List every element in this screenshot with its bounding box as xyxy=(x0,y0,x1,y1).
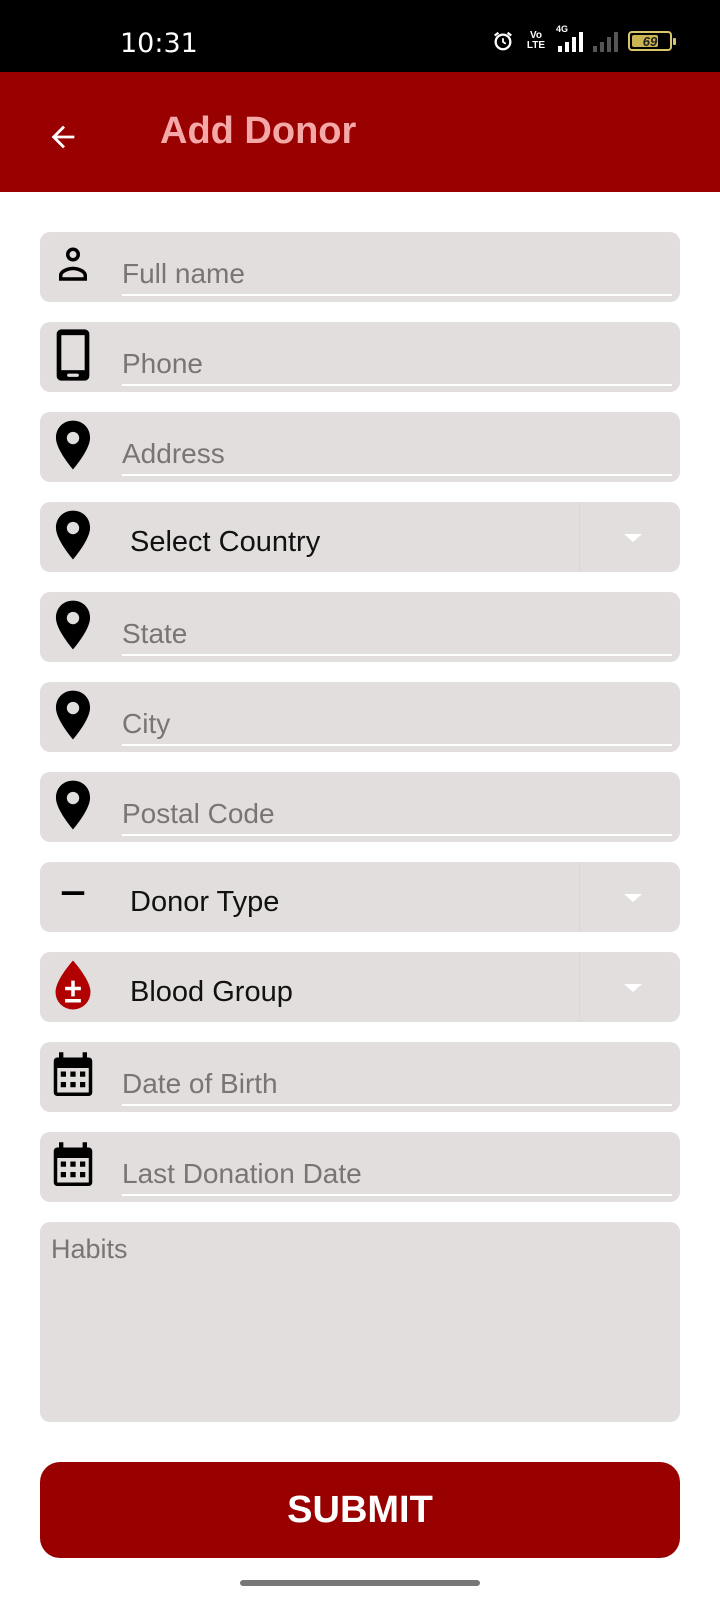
habits-placeholder: Habits xyxy=(51,1234,128,1264)
date-of-birth-field[interactable]: Date of Birth xyxy=(40,1042,680,1112)
phone-placeholder: Phone xyxy=(122,348,203,379)
city-field[interactable]: City xyxy=(40,682,680,752)
full-name-field[interactable]: Full name xyxy=(40,232,680,302)
dropdown-arrow-icon xyxy=(624,534,642,542)
habits-textarea[interactable]: Habits xyxy=(40,1222,680,1422)
person-icon xyxy=(52,240,94,290)
blood-drop-icon xyxy=(52,960,94,1010)
volte-icon: Vo LTE xyxy=(526,30,546,51)
signal-icon xyxy=(593,30,618,52)
app-bar: Add Donor xyxy=(0,72,720,192)
status-icons: Vo LTE 4G 69 xyxy=(492,24,676,52)
page-title: Add Donor xyxy=(160,110,357,152)
postal-code-field[interactable]: Postal Code xyxy=(40,772,680,842)
state-field[interactable]: State xyxy=(40,592,680,662)
calendar-icon xyxy=(52,1140,94,1190)
address-field[interactable]: Address xyxy=(40,412,680,482)
country-select[interactable]: Select Country xyxy=(40,502,680,572)
location-pin-icon xyxy=(52,600,94,650)
donor-type-select[interactable]: Donor Type xyxy=(40,862,680,932)
back-arrow-icon xyxy=(51,125,75,149)
date-of-birth-placeholder: Date of Birth xyxy=(122,1068,278,1099)
address-placeholder: Address xyxy=(122,438,225,469)
back-button[interactable] xyxy=(38,112,88,162)
dropdown-arrow-icon xyxy=(624,984,642,992)
location-pin-icon xyxy=(52,780,94,830)
last-donation-date-placeholder: Last Donation Date xyxy=(122,1158,362,1189)
submit-button[interactable]: SUBMIT xyxy=(40,1462,680,1558)
add-donor-form: Full name Phone Address Select Country S… xyxy=(40,232,680,1422)
phone-field[interactable]: Phone xyxy=(40,322,680,392)
signal-icon: 4G xyxy=(556,24,583,52)
donor-type-selected-value: Donor Type xyxy=(130,886,280,918)
state-placeholder: State xyxy=(122,618,188,649)
full-name-placeholder: Full name xyxy=(122,258,245,289)
network-type-label: 4G xyxy=(556,24,569,34)
battery-icon: 69 xyxy=(628,31,676,51)
location-pin-icon xyxy=(52,420,94,470)
status-time: 10:31 xyxy=(120,28,198,59)
dropdown-arrow-icon xyxy=(624,894,642,902)
battery-level: 69 xyxy=(642,33,658,49)
alarm-icon xyxy=(494,31,512,51)
blood-group-selected-value: Blood Group xyxy=(130,976,293,1008)
phone-icon xyxy=(52,329,94,381)
country-selected-value: Select Country xyxy=(130,526,321,558)
last-donation-date-field[interactable]: Last Donation Date xyxy=(40,1132,680,1202)
home-indicator[interactable] xyxy=(240,1580,480,1586)
blood-group-select[interactable]: Blood Group xyxy=(40,952,680,1022)
location-pin-icon xyxy=(52,510,94,560)
city-placeholder: City xyxy=(122,708,171,739)
status-bar: 10:31 Vo LTE 4G 69 xyxy=(0,0,720,72)
postal-code-placeholder: Postal Code xyxy=(122,798,275,829)
minus-icon xyxy=(52,870,94,920)
location-pin-icon xyxy=(52,690,94,740)
calendar-icon xyxy=(52,1050,94,1100)
